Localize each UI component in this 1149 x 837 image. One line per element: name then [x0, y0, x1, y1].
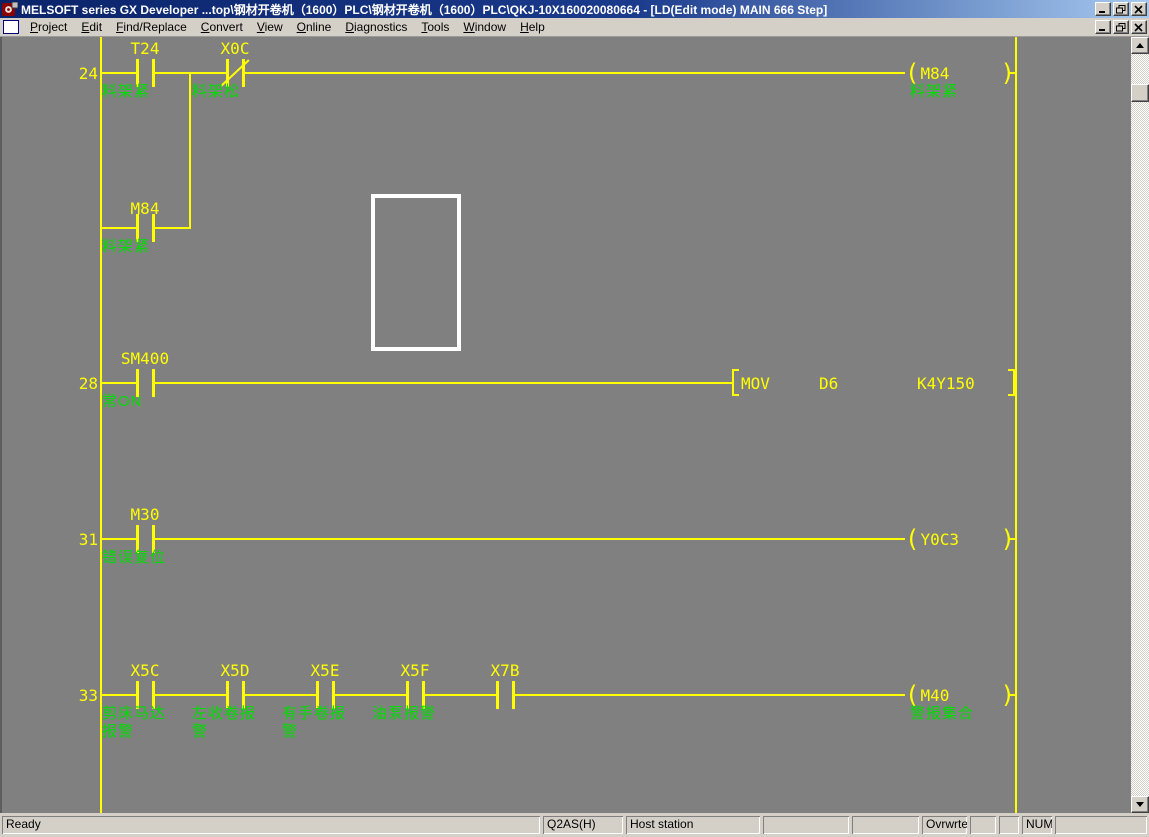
rung-28-step-number: 28 — [78, 374, 98, 393]
wire-segment — [155, 694, 226, 696]
contact-device-label: M84 — [130, 199, 160, 218]
status-plc-type: Q2AS(H) — [543, 816, 623, 834]
rung-24-step-number: 24 — [78, 64, 98, 83]
vertical-scrollbar[interactable] — [1131, 37, 1149, 813]
instruction-opcode: MOV — [741, 374, 770, 393]
menu-project[interactable]: Project — [23, 18, 74, 36]
wire-segment — [100, 538, 137, 540]
rung-33-step-number: 33 — [78, 686, 98, 705]
instruction-source: D6 — [819, 374, 839, 393]
menu-bar: Project Edit Find/Replace Convert View O… — [0, 18, 1149, 37]
status-bar: Ready Q2AS(H) Host station Ovrwrte NUM — [0, 813, 1149, 837]
wire-segment — [100, 72, 137, 74]
menu-convert[interactable]: Convert — [194, 18, 250, 36]
right-power-rail — [1015, 37, 1017, 813]
contact-comment: 剪床马达报警 — [102, 705, 167, 740]
contact-device-label: X5E — [310, 661, 340, 680]
coil-comment: 警报集合 — [910, 705, 975, 722]
scroll-down-button[interactable] — [1131, 796, 1149, 813]
menu-online[interactable]: Online — [290, 18, 339, 36]
contact-comment: 错误复位 — [102, 549, 167, 566]
title-bar: MELSOFT series GX Developer ...top\钢材开卷机… — [0, 0, 1149, 18]
coil-device-label: M40 — [920, 685, 950, 705]
status-empty-panel — [999, 816, 1019, 834]
menu-find-replace[interactable]: Find/Replace — [109, 18, 194, 36]
scroll-up-button[interactable] — [1131, 37, 1149, 54]
coil-comment: 料架紧 — [910, 83, 959, 100]
status-empty-panel — [852, 816, 919, 834]
editor-left-edge — [0, 37, 2, 813]
rung-31-step-number: 31 — [78, 530, 98, 549]
gx-developer-window: MELSOFT series GX Developer ...top\钢材开卷机… — [0, 0, 1149, 837]
status-mode: Ovrwrte — [922, 816, 967, 834]
left-power-rail — [100, 37, 102, 813]
coil-device-label: Y0C3 — [920, 529, 959, 549]
edit-cursor — [371, 194, 461, 351]
menu-edit[interactable]: Edit — [74, 18, 109, 36]
wire-segment — [1009, 72, 1015, 74]
wire-segment — [155, 538, 905, 540]
status-empty-panel — [970, 816, 996, 834]
coil-open-paren: ( — [905, 525, 920, 553]
wire-segment — [515, 694, 905, 696]
menu-window[interactable]: Window — [456, 18, 513, 36]
coil-y0c3: (Y0C3) — [905, 526, 1015, 552]
contact-comment: 有手卷报警 — [282, 705, 347, 740]
contact-comment: 常ON — [102, 393, 143, 410]
scrollbar-thumb[interactable] — [1131, 84, 1149, 102]
minimize-button[interactable] — [1095, 2, 1111, 16]
window-title: MELSOFT series GX Developer ...top\钢材开卷机… — [21, 2, 828, 17]
mdi-restore-button[interactable] — [1113, 20, 1129, 34]
instruction-open-bracket — [732, 369, 739, 396]
menu-view[interactable]: View — [250, 18, 290, 36]
wire-segment — [100, 227, 137, 229]
coil-open-paren: ( — [905, 681, 920, 709]
mdi-close-button[interactable] — [1131, 20, 1147, 34]
menu-tools[interactable]: Tools — [414, 18, 456, 36]
coil-device-label: M84 — [920, 63, 950, 83]
status-empty-panel — [1055, 816, 1147, 834]
wire-segment — [100, 694, 137, 696]
restore-button[interactable] — [1113, 2, 1129, 16]
contact-device-label: M30 — [130, 505, 160, 524]
contact-comment: 料架紧 — [102, 238, 151, 255]
contact-device-label: X5D — [220, 661, 250, 680]
status-keyboard: NUM — [1022, 816, 1052, 834]
contact-device-label: X0C — [220, 39, 250, 58]
status-message: Ready — [2, 816, 540, 834]
contact-comment: 油泵报警 — [372, 705, 437, 722]
contact-device-label: T24 — [130, 39, 160, 58]
wire-segment — [1009, 694, 1015, 696]
wire-segment — [245, 694, 316, 696]
wire-segment — [425, 694, 496, 696]
close-button[interactable] — [1131, 2, 1147, 16]
status-empty-panel — [763, 816, 849, 834]
contact-device-label: X5C — [130, 661, 160, 680]
document-icon[interactable] — [3, 20, 19, 34]
contact-comment: 料架紧 — [102, 83, 151, 100]
instruction-dest: K4Y150 — [917, 374, 975, 393]
instruction-close-bracket — [1008, 369, 1015, 396]
coil-open-paren: ( — [905, 59, 920, 87]
wire-segment — [155, 227, 191, 229]
contact-leg — [496, 681, 499, 709]
wire-segment — [245, 72, 905, 74]
wire-segment — [155, 382, 733, 384]
contact-device-label: X7B — [490, 661, 520, 680]
contact-device-label: X5F — [400, 661, 430, 680]
wire-segment — [100, 382, 137, 384]
contact-device-label: SM400 — [120, 349, 170, 368]
app-icon — [2, 1, 18, 16]
ladder-editor[interactable]: 24 T24 料架紧 X0C 料架松 (M84) 料架紧 M84 料架紧 28 — [0, 37, 1131, 813]
wire-segment — [335, 694, 406, 696]
menu-diagnostics[interactable]: Diagnostics — [338, 18, 414, 36]
menu-help[interactable]: Help — [513, 18, 552, 36]
wire-segment — [1009, 538, 1015, 540]
status-station: Host station — [626, 816, 760, 834]
contact-comment: 左收卷报警 — [192, 705, 257, 740]
contact-comment: 料架松 — [192, 83, 241, 100]
mdi-minimize-button[interactable] — [1095, 20, 1111, 34]
